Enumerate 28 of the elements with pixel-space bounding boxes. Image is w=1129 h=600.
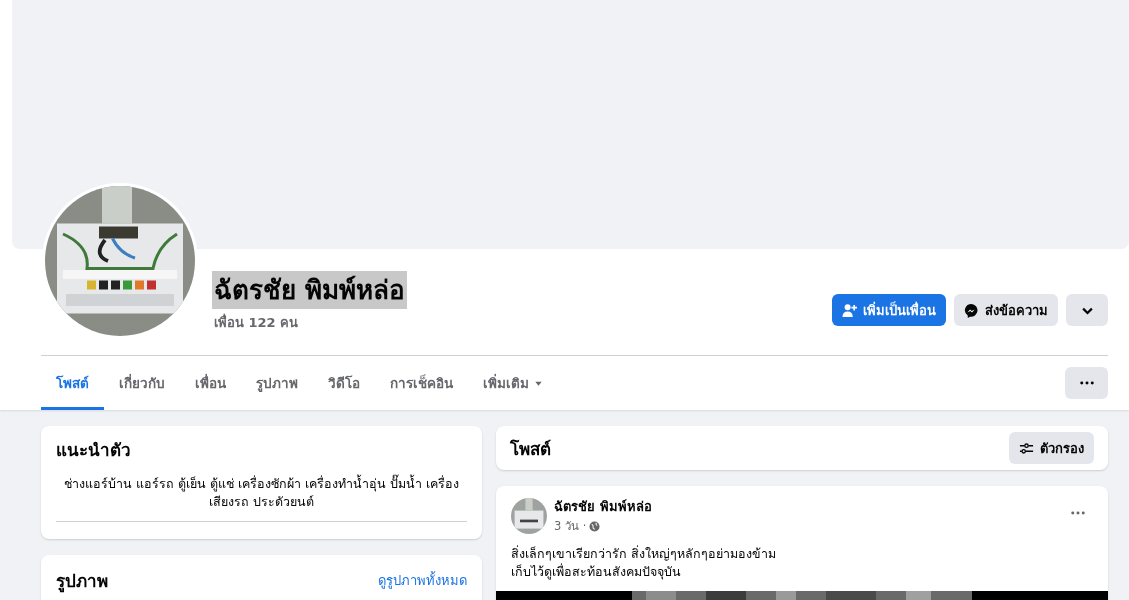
profile-tab[interactable]: เพื่อน xyxy=(180,356,241,410)
messenger-icon xyxy=(964,302,979,318)
card-title: โพสต์ xyxy=(510,437,551,461)
bio-text: ช่างแอร์บ้าน แอร์รถ ตู้เย็น ตู้แช่ เครื่องซักผ้า เครื่องทำน้ำอุ่น ปั๊มน้ำ เครื่องเสียงรถ ประดัวยนต์ xyxy=(63,475,460,511)
profile-tab[interactable]: รูปภาพ xyxy=(241,356,313,410)
sliders-icon xyxy=(1019,440,1034,456)
card-title: แนะนำตัว xyxy=(56,439,132,462)
more-icon[interactable] xyxy=(1071,510,1085,515)
more-icon xyxy=(1079,381,1094,385)
profile-tab[interactable]: โพสต์ xyxy=(41,356,104,410)
profile-name: ฉัตรชัย พิมพ์หล่อ xyxy=(212,271,408,309)
add-friend-button[interactable]: เพิ่มเป็นเพื่อน xyxy=(832,294,946,326)
avatar-icon[interactable] xyxy=(511,497,547,534)
globe-icon xyxy=(589,520,601,532)
dropdown-button[interactable] xyxy=(1066,294,1108,326)
filter-button[interactable]: ตัวกรอง xyxy=(1009,432,1094,464)
profile-tab[interactable]: เกี่ยวกับ xyxy=(104,356,180,410)
profile-tab[interactable]: วิดีโอ xyxy=(313,356,375,410)
message-button[interactable]: ส่งข้อความ xyxy=(954,294,1058,326)
author-name[interactable]: ฉัตรชัย พิมพ์หล่อ xyxy=(554,496,652,517)
add-person-icon xyxy=(842,302,857,318)
profile-tab[interactable]: เพิ่มเติม xyxy=(468,356,558,410)
profile-tab[interactable]: การเช็คอิน xyxy=(375,356,468,410)
card-title: รูปภาพ xyxy=(56,570,108,594)
post-text: สิ่งเล็กๆเขาเรียกว่ารัก สิ่งใหญ่ๆหลักๆอย่ามองข้าม เก็บไว้ดูเพื่อสะท้อนสังคมปัจจุบัน xyxy=(510,544,777,582)
see-all-photos-link[interactable]: ดูรูปภาพทั้งหมด xyxy=(378,570,467,591)
friend-count[interactable]: เพื่อน 122 คน xyxy=(212,312,408,333)
post-time[interactable]: 3 วัน · xyxy=(554,517,587,535)
